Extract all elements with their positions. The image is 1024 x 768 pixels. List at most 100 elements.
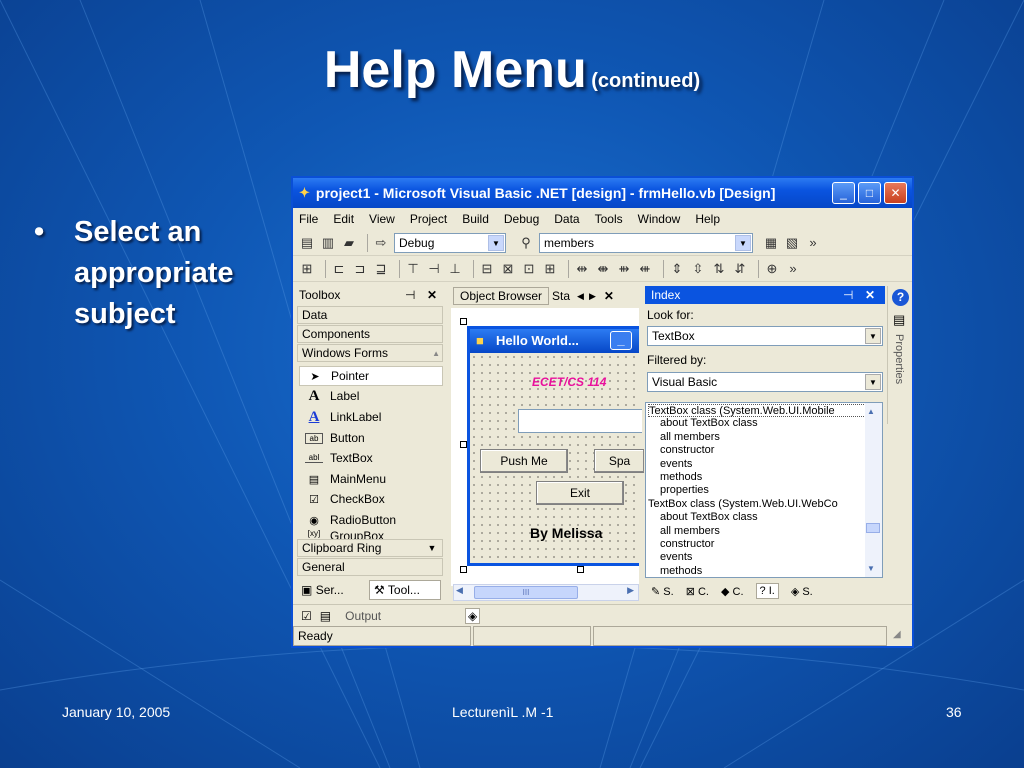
toolbox-category-windows-forms[interactable]: Windows Forms ▲: [297, 344, 443, 362]
minimize-button[interactable]: _: [610, 331, 632, 350]
center-horizontally-icon[interactable]: ⊕: [764, 261, 780, 277]
scroll-right-icon[interactable]: ▶: [627, 585, 634, 596]
vspacing-decrease-icon[interactable]: ⇅: [711, 261, 727, 277]
toolbox-item-mainmenu[interactable]: ▤ MainMenu: [305, 469, 386, 489]
vertical-scrollbar[interactable]: ▲ ▼: [865, 403, 882, 577]
resize-handle[interactable]: [460, 441, 467, 448]
chevron-down-icon[interactable]: ▼: [735, 234, 751, 251]
align-middles-icon[interactable]: ⊣: [426, 261, 442, 277]
align-rights-icon[interactable]: ⊒: [373, 261, 389, 277]
align-centers-icon[interactable]: ⊐: [352, 261, 368, 277]
overflow-icon[interactable]: »: [805, 235, 821, 251]
scroll-up-icon[interactable]: ▲: [867, 405, 875, 418]
open-folder-icon[interactable]: ▰: [341, 235, 357, 251]
menu-project[interactable]: Project: [410, 212, 447, 226]
tab-class-view[interactable]: ◆ C.: [721, 585, 744, 598]
toolbox-item-button[interactable]: ab Button: [305, 428, 365, 448]
same-width-icon[interactable]: ⊟: [479, 261, 495, 277]
pin-icon[interactable]: ⊣: [405, 288, 415, 302]
index-result-item[interactable]: constructor: [648, 444, 866, 457]
toolbox-item-radiobutton[interactable]: ◉ RadioButton: [305, 510, 396, 530]
index-result-item[interactable]: methods: [648, 565, 866, 577]
scroll-left-icon[interactable]: ◀: [456, 585, 463, 596]
close-icon[interactable]: ✕: [427, 288, 437, 302]
toolbox-item-label[interactable]: A Label: [305, 386, 360, 406]
tab-scroll-right-icon[interactable]: ▶: [589, 291, 596, 302]
output-tab-label[interactable]: Output: [345, 609, 381, 623]
index-result-item[interactable]: TextBox class (System.Web.UI.WebCo: [648, 498, 866, 511]
align-bottoms-icon[interactable]: ⊥: [447, 261, 463, 277]
look-for-input[interactable]: TextBox ▼: [647, 326, 883, 346]
toolbox-item-textbox[interactable]: abl TextBox: [305, 448, 373, 468]
hspacing-remove-icon[interactable]: ⇺: [637, 261, 653, 277]
index-result-item[interactable]: all members: [648, 525, 866, 538]
properties-dock[interactable]: ? ▤ Properties: [887, 286, 912, 424]
chevron-down-icon[interactable]: ▼: [865, 328, 881, 344]
tab-search[interactable]: ✎ S.: [651, 585, 674, 598]
vspacing-increase-icon[interactable]: ⇳: [690, 261, 706, 277]
menu-edit[interactable]: Edit: [333, 212, 354, 226]
task-list-icon[interactable]: ☑: [301, 609, 312, 623]
chevron-down-icon[interactable]: ▼: [865, 374, 881, 390]
menu-debug[interactable]: Debug: [504, 212, 539, 226]
toolbox-item-pointer[interactable]: ➤ Pointer: [299, 366, 443, 386]
tab-solution[interactable]: ◈ S.: [791, 585, 813, 598]
align-lefts-icon[interactable]: ⊏: [331, 261, 347, 277]
index-result-item[interactable]: events: [648, 458, 866, 471]
close-button[interactable]: ✕: [884, 182, 907, 204]
tab-contents[interactable]: ⊠ C.: [686, 585, 709, 598]
resize-handle[interactable]: [460, 566, 467, 573]
properties-window-icon[interactable]: ▧: [784, 235, 800, 251]
scroll-thumb[interactable]: [866, 523, 880, 533]
find-icon[interactable]: ⚲: [518, 235, 534, 251]
scroll-down-icon[interactable]: ▼: [867, 562, 875, 575]
vspacing-remove-icon[interactable]: ⇵: [732, 261, 748, 277]
hspacing-equal-icon[interactable]: ⇹: [574, 261, 590, 277]
properties-tab-label[interactable]: Properties: [893, 334, 905, 384]
output-icon[interactable]: ▤: [320, 609, 331, 623]
close-icon[interactable]: ✕: [604, 289, 614, 303]
name-textbox[interactable]: [518, 409, 642, 433]
maximize-button[interactable]: □: [858, 182, 881, 204]
index-result-item[interactable]: TextBox class (System.Web.UI.Mobile: [648, 404, 866, 418]
resize-handle[interactable]: [460, 318, 467, 325]
tab-scroll-left-icon[interactable]: ◀: [577, 291, 584, 302]
menu-build[interactable]: Build: [462, 212, 489, 226]
index-result-item[interactable]: methods: [648, 471, 866, 484]
tab-toolbox[interactable]: ⚒ Tool...: [369, 580, 441, 600]
index-result-item[interactable]: about TextBox class: [648, 417, 866, 430]
hspacing-increase-icon[interactable]: ⇼: [595, 261, 611, 277]
resize-grip-icon[interactable]: ◢: [889, 626, 909, 646]
same-height-icon[interactable]: ⊠: [500, 261, 516, 277]
chevron-down-icon[interactable]: ▼: [422, 540, 442, 556]
dynamic-help-icon[interactable]: ◈: [465, 607, 481, 624]
menu-tools[interactable]: Tools: [595, 212, 623, 226]
help-icon[interactable]: ?: [892, 289, 909, 306]
new-project-icon[interactable]: ▤: [299, 235, 315, 251]
tab-start-page[interactable]: Sta: [549, 288, 573, 304]
index-result-item[interactable]: properties: [648, 484, 866, 497]
exit-button[interactable]: Exit: [536, 481, 624, 505]
chevron-down-icon[interactable]: ▼: [488, 234, 504, 251]
index-result-item[interactable]: constructor: [648, 538, 866, 551]
minimize-button[interactable]: _: [832, 182, 855, 204]
toolbox-item-linklabel[interactable]: A LinkLabel: [305, 407, 382, 427]
menu-help[interactable]: Help: [695, 212, 720, 226]
align-tops-icon[interactable]: ⊤: [405, 261, 421, 277]
scroll-thumb[interactable]: III: [474, 586, 578, 599]
index-results-list[interactable]: TextBox class (System.Web.UI.Mobile about…: [645, 402, 883, 578]
hspacing-decrease-icon[interactable]: ⇻: [616, 261, 632, 277]
size-to-grid-icon[interactable]: ⊞: [542, 261, 558, 277]
overflow-icon[interactable]: »: [785, 261, 801, 277]
scroll-up-icon[interactable]: ▲: [432, 346, 440, 362]
tab-server-explorer[interactable]: ▣ Ser...: [297, 580, 367, 600]
filter-select[interactable]: Visual Basic ▼: [647, 372, 883, 392]
index-result-item[interactable]: about TextBox class: [648, 511, 866, 524]
properties-icon[interactable]: ▤: [893, 312, 905, 328]
resize-handle[interactable]: [577, 566, 584, 573]
config-combo[interactable]: Debug ▼: [394, 232, 506, 253]
form-hello[interactable]: ■ Hello World... _ ECET/CS 114 Push Me S…: [467, 326, 644, 566]
toolbox-item-checkbox[interactable]: ☑ CheckBox: [305, 489, 385, 509]
toolbox-category-general[interactable]: General: [297, 558, 443, 576]
same-size-icon[interactable]: ⊡: [521, 261, 537, 277]
